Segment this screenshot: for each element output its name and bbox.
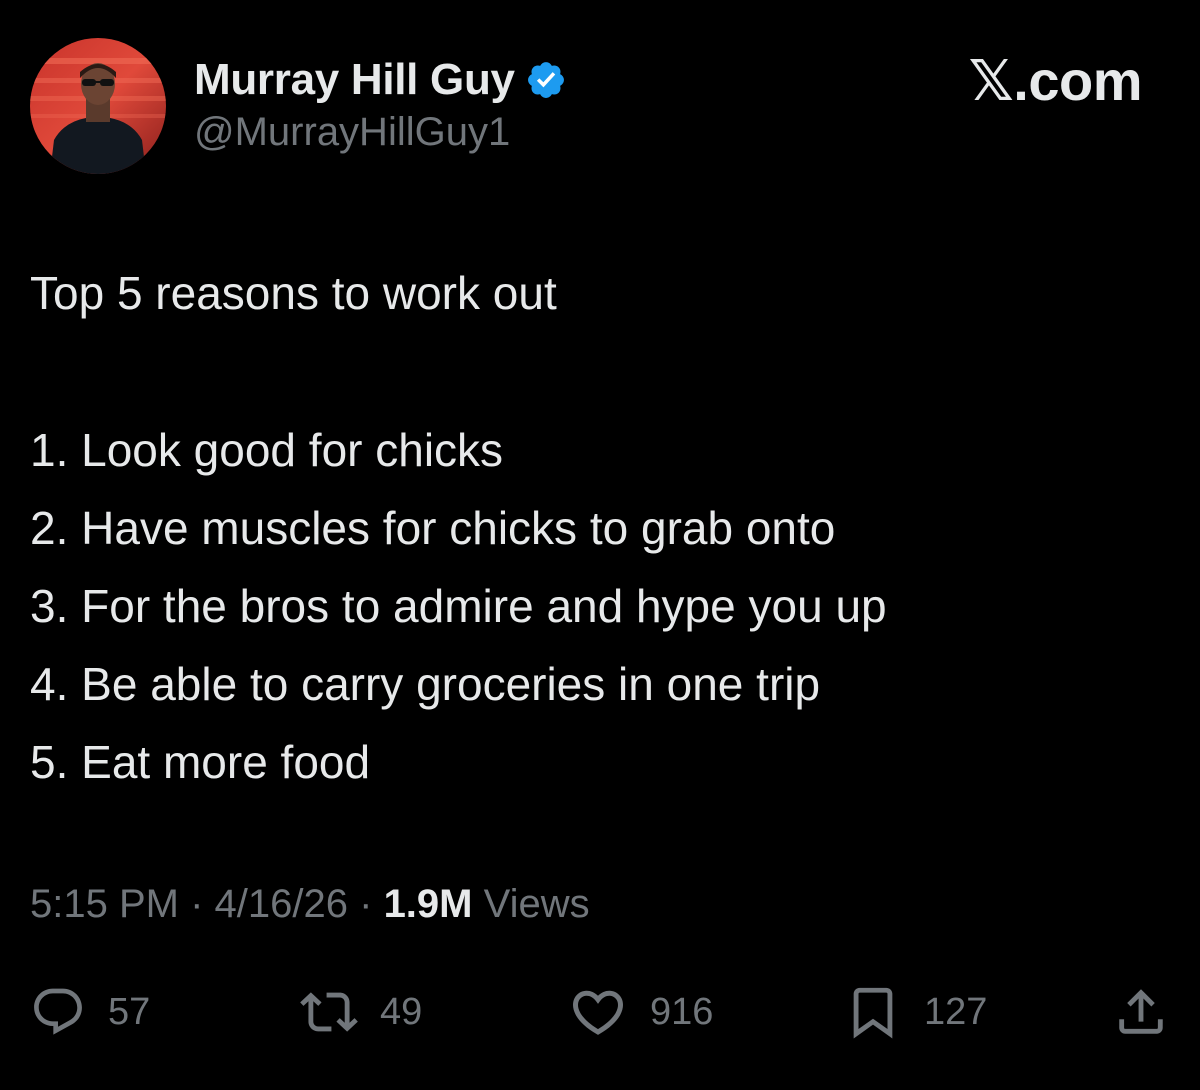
tweet-text: Top 5 reasons to work out 1. Look good f…	[30, 254, 887, 801]
tweet-list-item: 4. Be able to carry groceries in one tri…	[30, 658, 821, 710]
views-count: 1.9M	[383, 882, 473, 926]
like-count: 916	[650, 990, 714, 1033]
heart-icon	[572, 990, 624, 1035]
tweet-list-item: 5. Eat more food	[30, 736, 371, 788]
like-button[interactable]: 916	[568, 982, 713, 1042]
views-label: Views	[483, 882, 590, 926]
tweet-list-item: 3. For the bros to admire and hype you u…	[30, 580, 887, 632]
bookmark-count: 127	[924, 990, 988, 1033]
verified-badge-icon	[525, 59, 567, 101]
meta-separator: ·	[359, 882, 384, 926]
share-icon	[1119, 989, 1163, 1034]
xcom-logo: 𝕏.com	[968, 49, 1143, 112]
repost-count: 49	[380, 990, 423, 1033]
author-display-name[interactable]: Murray Hill Guy	[194, 55, 515, 105]
tweet-title-line: Top 5 reasons to work out	[30, 267, 557, 319]
author-avatar[interactable]	[30, 38, 166, 174]
tweet-list-item: 1. Look good for chicks	[30, 424, 504, 476]
author-name-row: Murray Hill Guy	[194, 52, 567, 108]
tweet-meta: 5:15 PM · 4/16/26 · 1.9M Views	[30, 882, 590, 927]
repost-button[interactable]: 49	[300, 982, 422, 1042]
share-button[interactable]	[1112, 982, 1170, 1042]
reply-button[interactable]: 57	[30, 982, 150, 1042]
repost-icon	[300, 992, 358, 1032]
reply-count: 57	[108, 990, 151, 1033]
tweet-actions-bar: 57 49 916 127	[30, 982, 1170, 1042]
reply-icon	[34, 988, 82, 1035]
tweet-list-item: 2. Have muscles for chicks to grab onto	[30, 502, 836, 554]
bookmark-icon	[853, 987, 893, 1039]
avatar-image	[30, 38, 166, 174]
meta-separator: ·	[190, 882, 215, 926]
bookmark-button[interactable]: 127	[844, 982, 987, 1042]
tweet-date[interactable]: 4/16/26	[215, 882, 348, 926]
author-handle[interactable]: @MurrayHillGuy1	[194, 110, 510, 155]
tweet-time[interactable]: 5:15 PM	[30, 882, 179, 926]
